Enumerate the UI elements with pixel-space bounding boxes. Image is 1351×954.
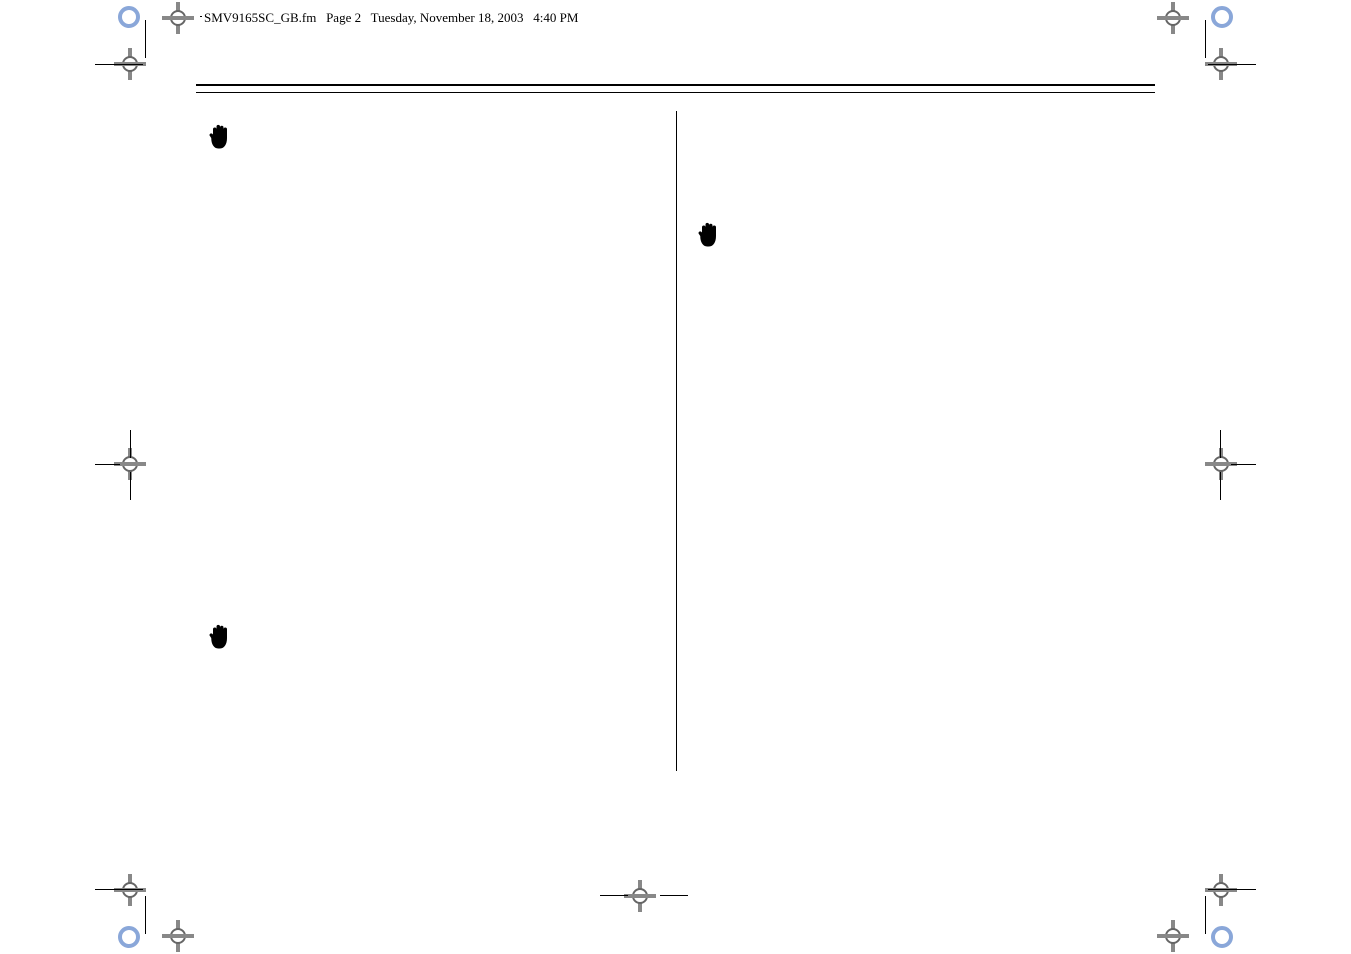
page-body [196, 84, 1155, 844]
crop-mark [1231, 464, 1256, 465]
file-date: Tuesday, November 18, 2003 [371, 10, 524, 25]
crop-mark [130, 430, 131, 458]
hand-icon [695, 221, 723, 251]
crop-mark [1220, 430, 1221, 458]
registration-circle [118, 926, 140, 948]
registration-circle [1211, 6, 1233, 28]
registration-target [168, 8, 188, 28]
crop-mark [95, 889, 143, 890]
content-columns [196, 111, 1155, 771]
notice-block [695, 221, 1146, 251]
crop-mark [660, 895, 688, 896]
registration-target [1163, 8, 1183, 28]
file-time: 4:40 PM [533, 10, 578, 25]
hand-icon [206, 123, 234, 153]
crop-mark [95, 64, 143, 65]
crop-mark [145, 896, 146, 934]
notice-block [206, 123, 658, 153]
registration-target [630, 886, 650, 906]
registration-circle [118, 6, 140, 28]
registration-target [168, 926, 188, 946]
crop-mark [1208, 64, 1256, 65]
file-name: SMV9165SC_GB.fm [204, 10, 316, 25]
crop-mark [95, 464, 120, 465]
registration-circle [1211, 926, 1233, 948]
page-number: Page 2 [326, 10, 361, 25]
crop-mark [1208, 889, 1256, 890]
registration-target [1163, 926, 1183, 946]
header-rule [196, 84, 1155, 86]
notice-block [206, 623, 658, 653]
left-column [196, 111, 676, 771]
crop-mark [130, 472, 131, 500]
header-subrule [196, 92, 1155, 93]
crop-mark [1205, 896, 1206, 934]
crop-mark [1205, 20, 1206, 58]
hand-icon [206, 623, 234, 653]
registration-target [120, 880, 140, 900]
right-column [676, 111, 1156, 771]
file-info: SMV9165SC_GB.fm Page 2 Tuesday, November… [202, 10, 580, 26]
registration-target [1211, 880, 1231, 900]
crop-mark [145, 20, 146, 58]
registration-target [1211, 454, 1231, 474]
crop-mark [1220, 472, 1221, 500]
crop-mark [600, 895, 628, 896]
